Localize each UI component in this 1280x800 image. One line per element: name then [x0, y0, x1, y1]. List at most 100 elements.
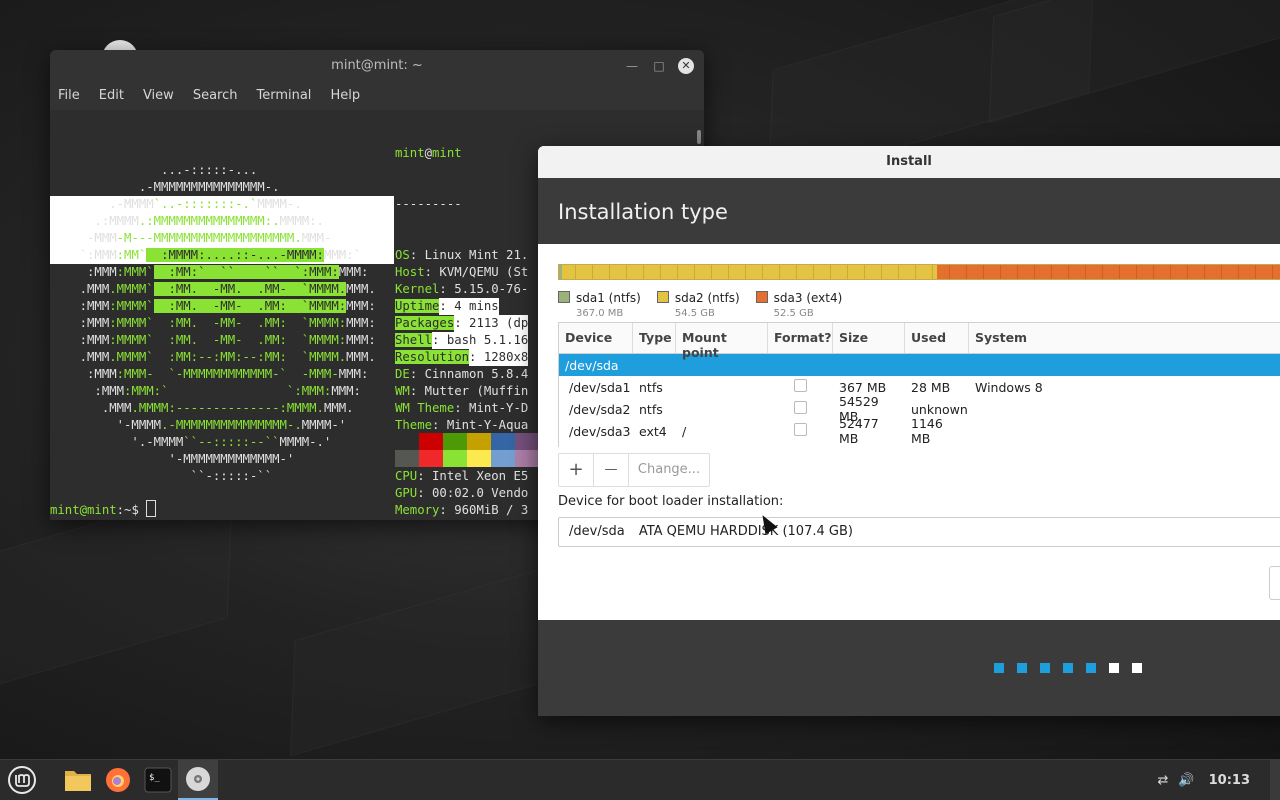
legend-label: sda1 (ntfs) [576, 291, 641, 305]
info-key: Theme [395, 418, 433, 432]
bootloader-device-desc: ATA QEMU HARDDISK (107.4 GB) [638, 524, 853, 539]
files-launcher[interactable] [58, 760, 98, 800]
palette-swatch [467, 450, 491, 467]
progress-steps [994, 663, 1155, 673]
row-used: unknown [911, 401, 968, 417]
info-value: : 2113 (dp [454, 315, 529, 332]
menu-edit[interactable]: Edit [99, 82, 132, 110]
network-icon[interactable]: ⇄ [1158, 773, 1169, 788]
minimize-button[interactable]: — [624, 58, 640, 74]
terminal-menubar: File Edit View Search Terminal Help [50, 82, 704, 110]
mint-logo-icon [8, 766, 36, 794]
legend-size: 367.0 MB [576, 308, 624, 319]
partition-toolbar: + — Change... [558, 453, 710, 487]
installer-footer [538, 620, 1280, 716]
remove-partition-button[interactable]: — [594, 454, 629, 486]
info-value: : 00:02.0 Vendo [417, 486, 529, 500]
progress-step-dot [1086, 663, 1096, 673]
partition-table[interactable]: Device Type Mount point Format? Size Use… [558, 322, 1280, 447]
col-system[interactable]: System [969, 323, 1280, 353]
installer-window[interactable]: Install Installation type sda1 (ntfs) 36… [538, 146, 1280, 716]
row-device: /dev/sda1 [569, 379, 631, 395]
palette-swatch [395, 450, 419, 467]
legend-swatch [755, 291, 768, 303]
firefox-icon [106, 768, 130, 792]
progress-step-dot [1063, 663, 1073, 673]
info-key: CPU [395, 469, 418, 483]
change-partition-button[interactable]: Change... [629, 454, 709, 486]
col-used[interactable]: Used [905, 323, 969, 353]
bootloader-device-select[interactable]: /dev/sda ATA QEMU HARDDISK (107.4 GB) [558, 517, 1280, 547]
system-tray: ⇄ 🔊 10:13 [1158, 760, 1280, 800]
col-size[interactable]: Size [833, 323, 905, 353]
legend-size: 54.5 GB [674, 308, 715, 319]
bootloader-device: /dev/sda [569, 524, 625, 539]
legend-item: sda1 (ntfs) 367.0 MB [558, 287, 641, 319]
info-key: Shell [395, 333, 433, 347]
legend-item: sda2 (ntfs) 54.5 GB [656, 287, 740, 319]
installer-launcher[interactable] [178, 760, 218, 800]
clock[interactable]: 10:13 [1209, 773, 1250, 788]
info-value: : Linux Mint 21. [409, 248, 529, 262]
row-size: 52477 MB [839, 416, 879, 446]
format-checkbox[interactable] [794, 379, 807, 392]
info-key: Packages [395, 316, 455, 330]
palette-swatch [443, 433, 467, 450]
format-checkbox[interactable] [794, 423, 807, 436]
col-type[interactable]: Type [633, 323, 676, 353]
palette-swatch [491, 433, 515, 450]
terminal-scrollbar[interactable] [697, 130, 701, 144]
row-device: /dev/sda [565, 357, 619, 373]
menu-file[interactable]: File [58, 82, 88, 110]
info-value: : Intel Xeon E5 [417, 469, 529, 483]
palette-swatch [491, 450, 515, 467]
volume-icon[interactable]: 🔊 [1178, 773, 1194, 788]
installer-titlebar[interactable]: Install [538, 146, 1280, 179]
maximize-button[interactable]: □ [651, 58, 667, 74]
info-key: WM [395, 384, 410, 398]
row-device: /dev/sda2 [569, 401, 631, 417]
info-value: : Mint-Y-Aqua [432, 418, 529, 432]
terminal-titlebar[interactable]: mint@mint: ~ — □ ✕ [50, 50, 704, 82]
prompt-user: mint@mint [50, 503, 117, 517]
col-format[interactable]: Format? [768, 323, 833, 353]
show-desktop-button[interactable] [1270, 760, 1280, 800]
page-title: Installation type [558, 200, 728, 224]
install-now-button[interactable] [1269, 566, 1280, 600]
firefox-launcher[interactable] [98, 760, 138, 800]
table-row[interactable]: /dev/sda1 ntfs 367 MB 28 MB Windows 8 [559, 376, 1280, 398]
menu-help[interactable]: Help [330, 82, 368, 110]
terminal-launcher[interactable]: $_ [138, 760, 178, 800]
add-partition-button[interactable]: + [559, 454, 594, 486]
close-button[interactable]: ✕ [678, 58, 694, 74]
palette-swatch [467, 433, 491, 450]
progress-step-dot [1017, 663, 1027, 673]
row-format [768, 423, 833, 439]
info-key: Kernel [395, 282, 440, 296]
table-row-disk[interactable]: /dev/sda [559, 354, 1280, 376]
table-row[interactable]: /dev/sda3 ext4 / 52477 MB 1146 MB [559, 416, 1280, 446]
info-value: : Mint-Y-D [454, 401, 529, 415]
info-host: mint [432, 146, 462, 160]
menu-button[interactable] [2, 760, 42, 800]
menu-view[interactable]: View [143, 82, 182, 110]
col-mount-point[interactable]: Mount point [676, 323, 768, 360]
row-format [768, 401, 833, 417]
info-key: Resolution [395, 350, 470, 364]
shell-prompt[interactable]: mint@mint:~$ [50, 500, 157, 519]
col-device[interactable]: Device [559, 323, 633, 353]
menu-terminal[interactable]: Terminal [256, 82, 319, 110]
folder-icon [65, 771, 91, 791]
menu-search[interactable]: Search [193, 82, 246, 110]
row-size: 367 MB [839, 379, 887, 395]
text-cursor [146, 500, 157, 517]
palette-swatch [515, 450, 539, 467]
legend-swatch [656, 291, 669, 303]
info-value: : 1280x8 [469, 349, 529, 366]
format-checkbox[interactable] [794, 401, 807, 414]
terminal-title: mint@mint: ~ [331, 58, 423, 73]
info-value: : 960MiB / 3 [439, 503, 529, 517]
row-system: Windows 8 [975, 379, 1043, 395]
legend-item: sda3 (ext4) 52.5 GB [755, 287, 842, 319]
terminal-icon: $_ [144, 767, 172, 793]
